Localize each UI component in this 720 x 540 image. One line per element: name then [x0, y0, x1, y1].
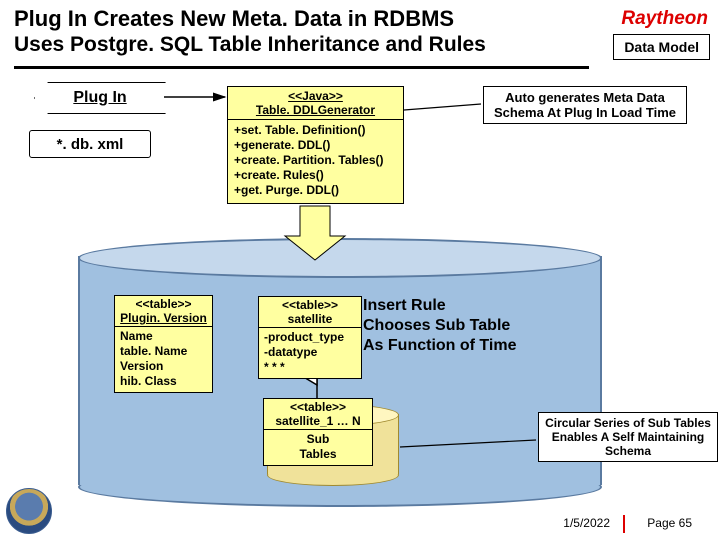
- java-op: +set. Table. Definition(): [234, 123, 397, 138]
- java-op: +create. Rules(): [234, 168, 397, 183]
- java-op: +create. Partition. Tables(): [234, 153, 397, 168]
- table-stereotype: <<table>>: [119, 297, 208, 311]
- java-op: +generate. DDL(): [234, 138, 397, 153]
- plugin-arrow-box: Plug In: [34, 82, 166, 114]
- page-number: 65: [679, 516, 692, 530]
- dbxml-label: *. db. xml: [57, 136, 124, 153]
- circular-note: Circular Series of Sub Tables Enables A …: [538, 412, 718, 462]
- table-attr: * * *: [264, 360, 356, 375]
- table-stereotype: <<table>>: [268, 400, 368, 414]
- sub-label: Sub: [269, 432, 367, 447]
- slide-subtitle: Uses Postgre. SQL Table Inheritance and …: [14, 33, 486, 57]
- slide-root: Plug In Creates New Meta. Data in RDBMS …: [0, 0, 720, 540]
- sub-tables-box: <<table>> satellite_1 … N Sub Tables: [263, 398, 373, 466]
- java-stereotype: <<Java>>: [288, 89, 343, 103]
- table-attr: Name: [120, 329, 207, 344]
- table-name: satellite: [263, 312, 357, 326]
- plugin-version-table: <<table>> Plugin. Version Name table. Na…: [114, 295, 213, 393]
- ann-line: Insert Rule: [363, 296, 578, 316]
- ann-line: As Function of Time: [363, 336, 578, 356]
- plugin-label: Plug In: [73, 89, 126, 107]
- sub-label: Tables: [269, 447, 367, 462]
- ann-line: Chooses Sub Table: [363, 316, 578, 336]
- table-name: Plugin. Version: [119, 311, 208, 325]
- footer-date: 1/5/2022: [563, 516, 610, 530]
- table-attr: table. Name: [120, 344, 207, 359]
- company-logo: Raytheon: [621, 8, 708, 30]
- agency-seal-icon: [6, 488, 52, 534]
- table-attr: -product_type: [264, 330, 356, 345]
- insert-rule-annotation: Insert Rule Chooses Sub Table As Functio…: [363, 296, 578, 356]
- data-model-badge: Data Model: [613, 34, 710, 60]
- footer-page: Page 65: [647, 516, 692, 530]
- page-label: Page: [647, 516, 675, 530]
- table-attr: Version: [120, 359, 207, 374]
- auto-gen-note: Auto generates Meta Data Schema At Plug …: [483, 86, 687, 124]
- slide-title: Plug In Creates New Meta. Data in RDBMS: [14, 6, 454, 32]
- java-class-name: Table. DDLGenerator: [256, 103, 375, 117]
- table-name: satellite_1 … N: [268, 414, 368, 428]
- java-op: +get. Purge. DDL(): [234, 183, 397, 198]
- java-class-box: <<Java>> Table. DDLGenerator +set. Table…: [227, 86, 404, 204]
- java-operations: +set. Table. Definition() +generate. DDL…: [228, 120, 403, 203]
- dbxml-box: *. db. xml: [29, 130, 151, 158]
- title-rule: [14, 66, 589, 69]
- footer-separator: [623, 515, 625, 533]
- table-attr: -datatype: [264, 345, 356, 360]
- table-stereotype: <<table>>: [263, 298, 357, 312]
- table-attr: hib. Class: [120, 374, 207, 389]
- satellite-table: <<table>> satellite -product_type -datat…: [258, 296, 362, 379]
